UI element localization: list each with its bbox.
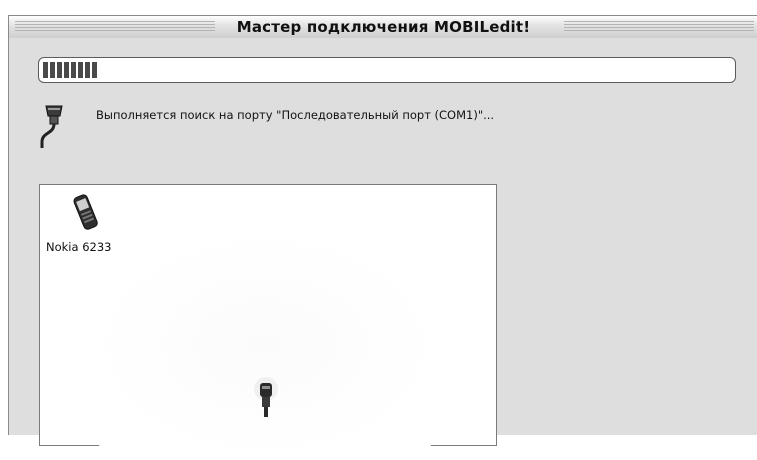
device-list-panel: Nokia 6233 — [39, 184, 497, 460]
device-label: Nokia 6233 — [46, 240, 112, 254]
search-progress-bar — [38, 57, 736, 83]
status-text: Выполняется поиск на порту "Последовател… — [96, 108, 495, 122]
window-title: Мастер подключения MOBILedit! — [236, 18, 531, 36]
wizard-client-area: Выполняется поиск на порту "Последовател… — [8, 38, 757, 460]
panel-background-glow — [90, 230, 440, 460]
title-bar[interactable]: Мастер подключения MOBILedit! — [8, 15, 757, 39]
usb-connector-icon — [254, 377, 278, 417]
serial-port-icon — [40, 105, 63, 148]
connection-wizard-window: Мастер подключения MOBILedit! Выполняетс… — [0, 0, 757, 460]
progress-fill — [43, 62, 98, 78]
mobile-phone-icon — [73, 194, 98, 230]
